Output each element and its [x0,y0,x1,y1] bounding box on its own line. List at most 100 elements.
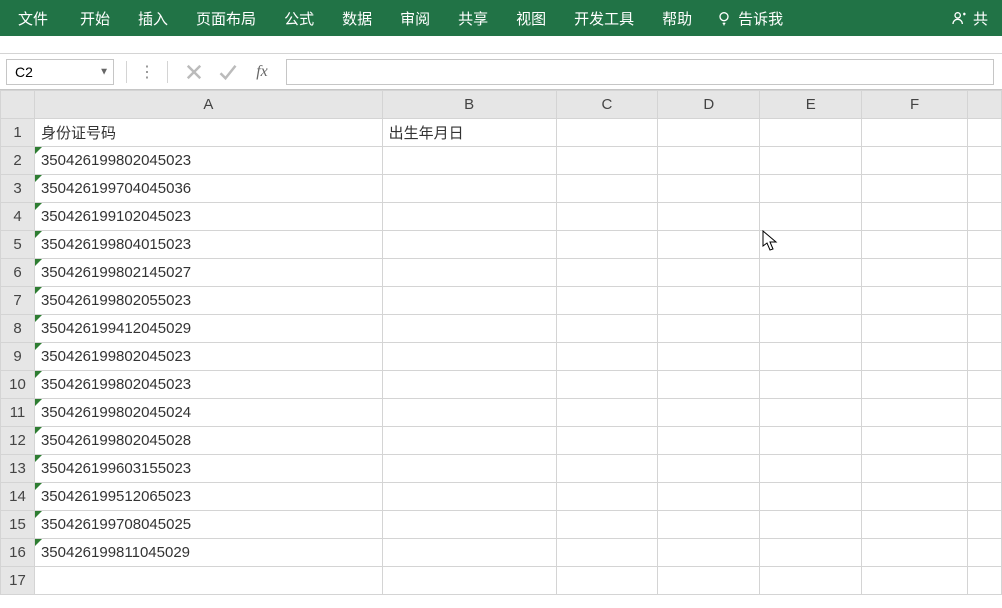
cell-F10[interactable] [862,371,968,399]
cell-E8[interactable] [760,315,862,343]
fx-button[interactable]: fx [252,62,272,82]
row-header-1[interactable]: 1 [1,119,35,147]
cell-A14[interactable]: 350426199512065023 [34,483,382,511]
cell-A17[interactable] [34,567,382,595]
tab-view[interactable]: 视图 [502,0,560,36]
cell-E6[interactable] [760,259,862,287]
cell-D12[interactable] [658,427,760,455]
cell-B17[interactable] [382,567,556,595]
cell-A11[interactable]: 350426199802045024 [34,399,382,427]
column-header-B[interactable]: B [382,91,556,119]
row-header-16[interactable]: 16 [1,539,35,567]
cell-G10[interactable] [968,371,1002,399]
cell-D1[interactable] [658,119,760,147]
column-header-end[interactable] [968,91,1002,119]
cell-G11[interactable] [968,399,1002,427]
cell-G17[interactable] [968,567,1002,595]
cell-E5[interactable] [760,231,862,259]
cell-E16[interactable] [760,539,862,567]
cell-A3[interactable]: 350426199704045036 [34,175,382,203]
cell-G7[interactable] [968,287,1002,315]
tab-formulas[interactable]: 公式 [270,0,328,36]
row-header-15[interactable]: 15 [1,511,35,539]
cell-F17[interactable] [862,567,968,595]
cell-C17[interactable] [556,567,658,595]
cell-F9[interactable] [862,343,968,371]
tab-data[interactable]: 数据 [328,0,386,36]
cell-F12[interactable] [862,427,968,455]
column-header-C[interactable]: C [556,91,658,119]
cell-C1[interactable] [556,119,658,147]
cell-A13[interactable]: 350426199603155023 [34,455,382,483]
cell-B14[interactable] [382,483,556,511]
cell-C2[interactable] [556,147,658,175]
row-header-14[interactable]: 14 [1,483,35,511]
cell-D13[interactable] [658,455,760,483]
cell-G6[interactable] [968,259,1002,287]
cell-E13[interactable] [760,455,862,483]
cell-D8[interactable] [658,315,760,343]
cell-B9[interactable] [382,343,556,371]
column-header-E[interactable]: E [760,91,862,119]
cell-C6[interactable] [556,259,658,287]
cell-A6[interactable]: 350426199802145027 [34,259,382,287]
cell-C8[interactable] [556,315,658,343]
cell-B15[interactable] [382,511,556,539]
cell-B16[interactable] [382,539,556,567]
row-header-4[interactable]: 4 [1,203,35,231]
cell-C7[interactable] [556,287,658,315]
cell-D14[interactable] [658,483,760,511]
cell-D16[interactable] [658,539,760,567]
name-box[interactable]: C2 ▼ [6,59,114,85]
cell-B2[interactable] [382,147,556,175]
row-header-11[interactable]: 11 [1,399,35,427]
cell-C13[interactable] [556,455,658,483]
cell-A15[interactable]: 350426199708045025 [34,511,382,539]
row-header-2[interactable]: 2 [1,147,35,175]
tab-page-layout[interactable]: 页面布局 [182,0,270,36]
cell-G9[interactable] [968,343,1002,371]
cell-G4[interactable] [968,203,1002,231]
cell-E3[interactable] [760,175,862,203]
cancel-button[interactable] [184,62,204,82]
expand-button[interactable]: ⋮ [133,62,161,82]
cell-C3[interactable] [556,175,658,203]
cell-F11[interactable] [862,399,968,427]
cell-A5[interactable]: 350426199804015023 [34,231,382,259]
cell-C5[interactable] [556,231,658,259]
tab-share[interactable]: 共享 [444,0,502,36]
cell-G8[interactable] [968,315,1002,343]
cell-A4[interactable]: 350426199102045023 [34,203,382,231]
cell-F3[interactable] [862,175,968,203]
cell-E15[interactable] [760,511,862,539]
share-button[interactable]: 共 [945,8,994,29]
cell-C10[interactable] [556,371,658,399]
name-box-dropdown-icon[interactable]: ▼ [99,66,109,77]
row-header-6[interactable]: 6 [1,259,35,287]
cell-A1[interactable]: 身份证号码 [34,119,382,147]
tab-home[interactable]: 开始 [66,0,124,36]
cell-G16[interactable] [968,539,1002,567]
row-header-8[interactable]: 8 [1,315,35,343]
cell-C16[interactable] [556,539,658,567]
cell-G2[interactable] [968,147,1002,175]
cell-A10[interactable]: 350426199802045023 [34,371,382,399]
cell-B4[interactable] [382,203,556,231]
cell-B7[interactable] [382,287,556,315]
formula-input[interactable] [286,59,994,85]
cell-E2[interactable] [760,147,862,175]
tab-developer[interactable]: 开发工具 [560,0,648,36]
row-header-9[interactable]: 9 [1,343,35,371]
cell-F8[interactable] [862,315,968,343]
cell-G1[interactable] [968,119,1002,147]
cell-E9[interactable] [760,343,862,371]
cell-D2[interactable] [658,147,760,175]
row-header-17[interactable]: 17 [1,567,35,595]
cell-A7[interactable]: 350426199802055023 [34,287,382,315]
cell-C12[interactable] [556,427,658,455]
cell-E14[interactable] [760,483,862,511]
cell-G12[interactable] [968,427,1002,455]
cell-A12[interactable]: 350426199802045028 [34,427,382,455]
cell-F16[interactable] [862,539,968,567]
cell-D6[interactable] [658,259,760,287]
